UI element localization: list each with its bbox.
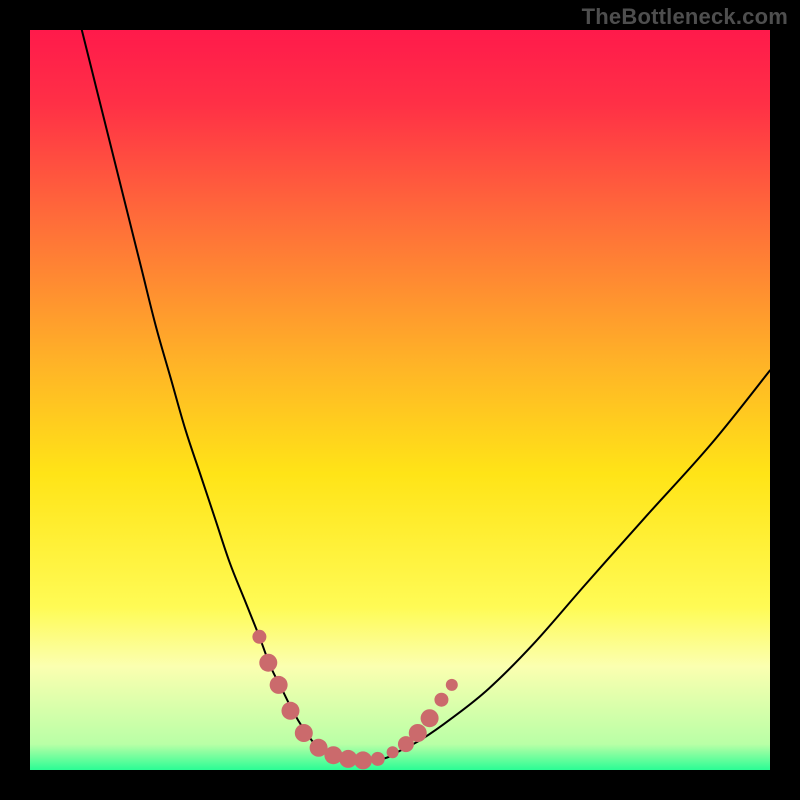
curve-marker [434, 693, 448, 707]
curve-marker [354, 751, 372, 769]
curve-marker [421, 709, 439, 727]
chart-svg [30, 30, 770, 770]
curve-marker [252, 630, 266, 644]
plot-area [30, 30, 770, 770]
curve-marker [446, 679, 458, 691]
chart-frame: TheBottleneck.com [0, 0, 800, 800]
curve-marker [270, 676, 288, 694]
curve-marker [259, 654, 277, 672]
curve-marker [281, 702, 299, 720]
gradient-background [30, 30, 770, 770]
curve-marker [295, 724, 313, 742]
watermark-text: TheBottleneck.com [582, 4, 788, 30]
curve-marker [371, 752, 385, 766]
curve-marker [387, 746, 399, 758]
curve-marker [409, 724, 427, 742]
